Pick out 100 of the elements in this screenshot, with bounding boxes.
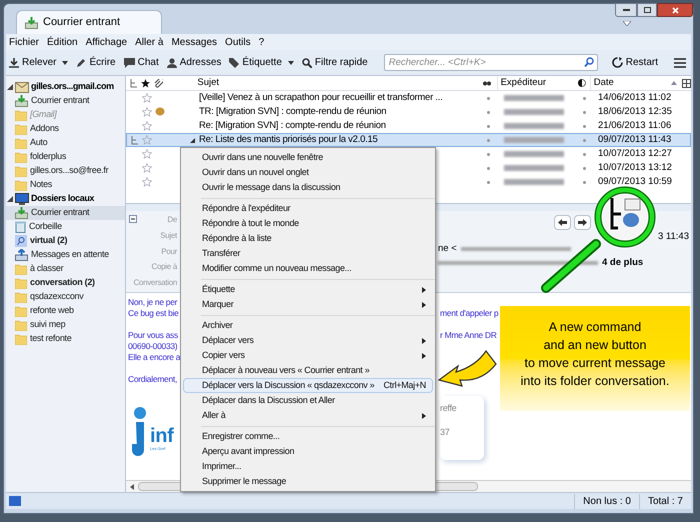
toolbar-button[interactable]: Filtre rapide [302,55,368,70]
star-icon[interactable] [142,149,152,159]
folder-item[interactable]: suivi mep [6,318,125,332]
folder-icon [15,152,27,162]
menu-item[interactable]: Ouvrir dans une nouvelle fenêtre [183,150,433,165]
menu-icon[interactable] [674,58,686,68]
toolbar-button[interactable]: Étiquette [229,55,294,70]
folder-item[interactable]: qsdazexcconv [6,290,125,304]
folder-name: conversation (2) [30,276,95,290]
mail-account-icon [15,82,29,92]
folder-item[interactable]: conversation (2) [6,276,125,290]
restart-icon [612,57,623,68]
message-subject: TR: [Migration SVN] : compte-rendu de réunion [199,106,386,117]
read-column-icon[interactable] [578,79,586,87]
menu-bar-item[interactable]: Outils [225,34,251,50]
menu-bar-item[interactable]: Édition [47,34,78,50]
star-icon[interactable] [142,163,152,173]
dot-icon [487,110,490,114]
message-date: 10/07/2013 13:12 [597,160,672,175]
folder-item[interactable]: Addons [6,122,125,136]
forward-button[interactable] [574,214,591,230]
column-header[interactable]: Sujet [197,76,483,90]
close-button[interactable] [657,3,693,17]
account-name[interactable]: Dossiers locaux [31,192,94,206]
folder-name: suivi mep [30,318,66,332]
menu-item[interactable]: Modifier comme un nouveau message... [183,261,433,276]
column-header[interactable]: Date [590,76,672,90]
star-icon[interactable] [142,177,152,187]
star-icon[interactable] [142,121,152,131]
menu-item[interactable]: Ouvrir le message dans la discussion [183,180,433,195]
expand-triangle-icon[interactable] [7,84,13,90]
folder-item[interactable]: Courrier entrant [6,94,125,108]
collapse-triangle-icon[interactable] [190,138,195,142]
reply-button[interactable] [554,214,571,230]
star-icon[interactable] [142,135,152,145]
search-field[interactable]: Rechercher... <Ctrl+K> [384,54,598,71]
menu-bar-item[interactable]: Affichage [86,34,128,50]
paperclip-icon[interactable] [154,78,164,88]
search-icon [584,57,594,67]
menu-item[interactable]: Aperçu avant impression [183,444,433,459]
restart-button[interactable]: Restart [612,55,658,70]
dot-icon [583,110,586,114]
star-column-icon[interactable] [141,78,150,88]
menu-item[interactable]: Répondre à tout le monde [183,216,433,231]
collapse-header-icon[interactable] [129,215,137,223]
menu-item[interactable]: Déplacer à nouveau vers « Courrier entrant » [183,363,433,378]
folder-item[interactable]: à classer [6,262,125,276]
menu-bar-item[interactable]: Aller à [135,34,164,50]
menu-item[interactable]: Aller à [183,408,433,423]
menu-item[interactable]: Répondre à la liste [183,231,433,246]
dot-icon [583,180,586,184]
toolbar-button[interactable]: Relever [9,55,68,70]
redacted-sender [504,109,564,115]
folder-item[interactable]: test refonte [6,332,125,346]
body-text: 00690-00033) [128,341,178,352]
folder-item[interactable]: Courrier entrant [6,206,125,220]
toolbar-button[interactable]: Adresses [166,55,222,70]
folder-item[interactable]: refonte web [6,304,125,318]
folder-item[interactable]: Messages en attente [6,248,125,262]
menu-item[interactable]: Étiquette [183,282,433,297]
folder-item[interactable]: gilles.ors...so@free.fr [6,164,125,178]
menu-item[interactable]: Déplacer vers la Discussion « qsdazexcconv » Ctrl+Maj+N [183,378,433,393]
folder-item[interactable]: Notes [6,178,125,192]
menu-item[interactable]: Enregistrer comme... [183,429,433,444]
tab-list-caret-icon[interactable] [623,21,631,26]
menu-item[interactable]: Déplacer vers [183,333,433,348]
sort-arrow-icon[interactable] [671,81,677,85]
folder-item[interactable]: virtual (2) [6,234,125,248]
toolbar-button[interactable]: Chat [124,55,159,70]
unread-count: Non lus : 0 [574,494,639,508]
menu-item[interactable]: Supprimer le message [183,474,433,489]
maximize-button[interactable] [637,3,657,17]
menu-bar-item[interactable]: ? [258,34,264,50]
menu-item[interactable]: Ouvrir dans un nouvel onglet [183,165,433,180]
column-picker-icon[interactable] [682,78,691,88]
menu-bar-item[interactable]: Fichier [9,34,40,50]
star-icon[interactable] [142,107,152,117]
star-icon[interactable] [142,93,152,103]
menu-item[interactable]: Copier vers [183,348,433,363]
menu-item[interactable]: Imprimer... [183,459,433,474]
minimize-button[interactable] [615,3,637,17]
menu-item[interactable]: Archiver [183,318,433,333]
menu-item[interactable]: Déplacer dans la Discussion et Aller [183,393,433,408]
menu-item[interactable]: Marquer [183,297,433,312]
menu-item[interactable]: Répondre à l'expéditeur [183,201,433,216]
menu-bar-item[interactable]: Messages [171,34,218,50]
expand-triangle-icon[interactable] [7,196,13,202]
folder-name: gilles.ors...so@free.fr [30,164,108,178]
toolbar-button[interactable]: Écrire [76,55,116,70]
junk-column-icon[interactable] [482,80,491,86]
folder-name: Courrier entrant [31,94,90,108]
more-recipients-link[interactable]: 4 de plus [602,256,644,270]
window-tab[interactable]: Courrier entrant [16,10,162,34]
folder-item[interactable]: Auto [6,136,125,150]
column-header[interactable]: Expéditeur [496,76,578,90]
folder-item[interactable]: Corbeille [6,220,125,234]
account-name[interactable]: gilles.ors...gmail.com [31,80,114,94]
scroll-left-icon[interactable] [130,484,134,490]
folder-item[interactable]: folderplus [6,150,125,164]
menu-item[interactable]: Transférer [183,246,433,261]
